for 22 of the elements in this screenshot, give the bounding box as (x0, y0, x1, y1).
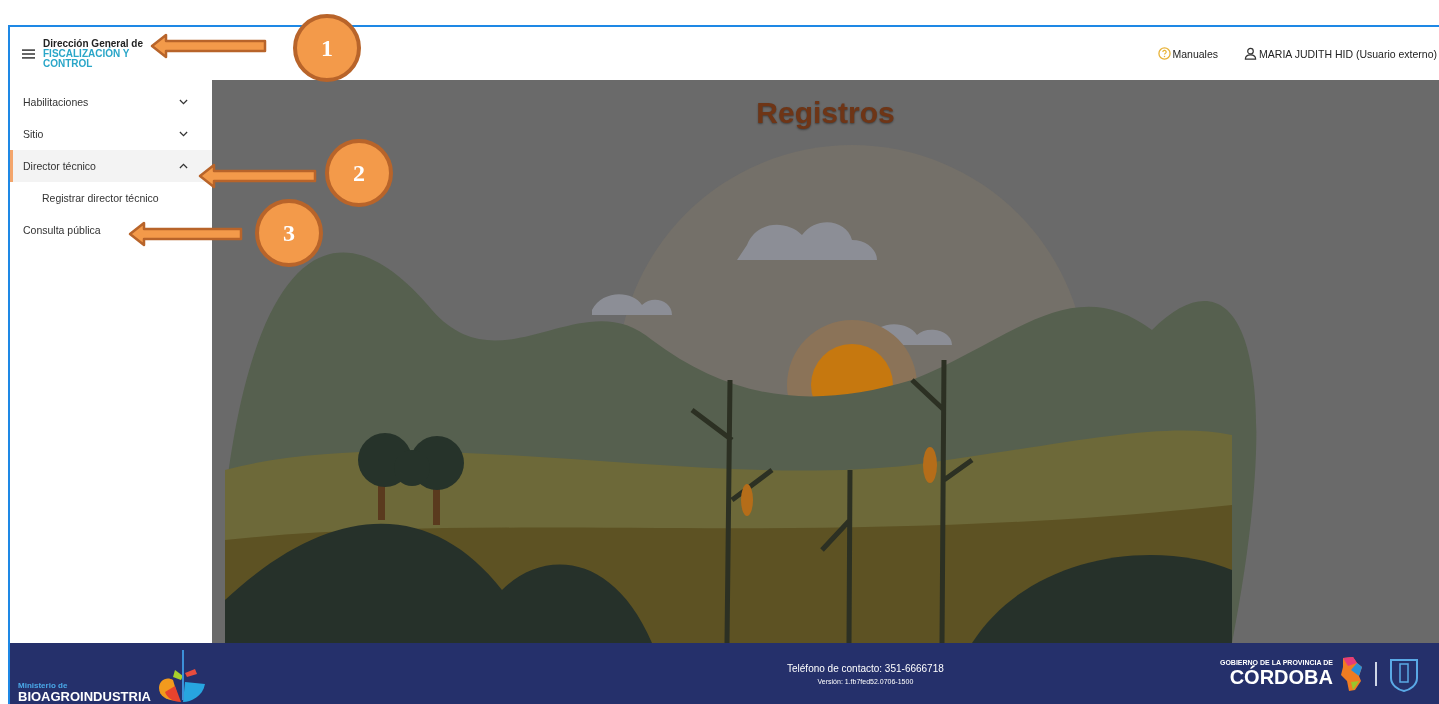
user-icon (1244, 47, 1258, 60)
ministry-name: BIOAGROINDUSTRIA (18, 690, 151, 703)
sidebar-item[interactable]: Habilitaciones (10, 86, 212, 118)
brand-name: FISCALIZACIÓN Y (43, 48, 131, 59)
sidebar-item[interactable]: Consulta pública (10, 214, 113, 246)
brand-title: Dirección General de (43, 38, 144, 49)
ministry-label: Ministerio de (18, 681, 69, 690)
province-name: CÓRDOBA (1229, 665, 1333, 689)
manuals-link[interactable]: Manuales (1157, 47, 1219, 60)
sidebar-item[interactable]: Director técnico (10, 150, 212, 182)
chevron-down-icon (179, 99, 188, 105)
help-icon (1157, 47, 1171, 60)
chevron-down-icon (179, 131, 188, 137)
chevron-up-icon (179, 163, 188, 169)
sidebar-subitem[interactable]: Registrar director técnico (10, 182, 212, 214)
province-map-icon (1339, 655, 1363, 692)
page-title: Registros (756, 96, 895, 131)
menu-icon[interactable] (22, 48, 35, 59)
brand-name: CONTROL (43, 58, 94, 69)
user-menu-link[interactable]: MARIA JUDITH HID (Usuario externo) (1244, 47, 1437, 60)
sidebar-item[interactable]: Sitio (10, 118, 212, 150)
contact-phone: Teléfono de contacto: 351-6666718 (787, 662, 944, 674)
